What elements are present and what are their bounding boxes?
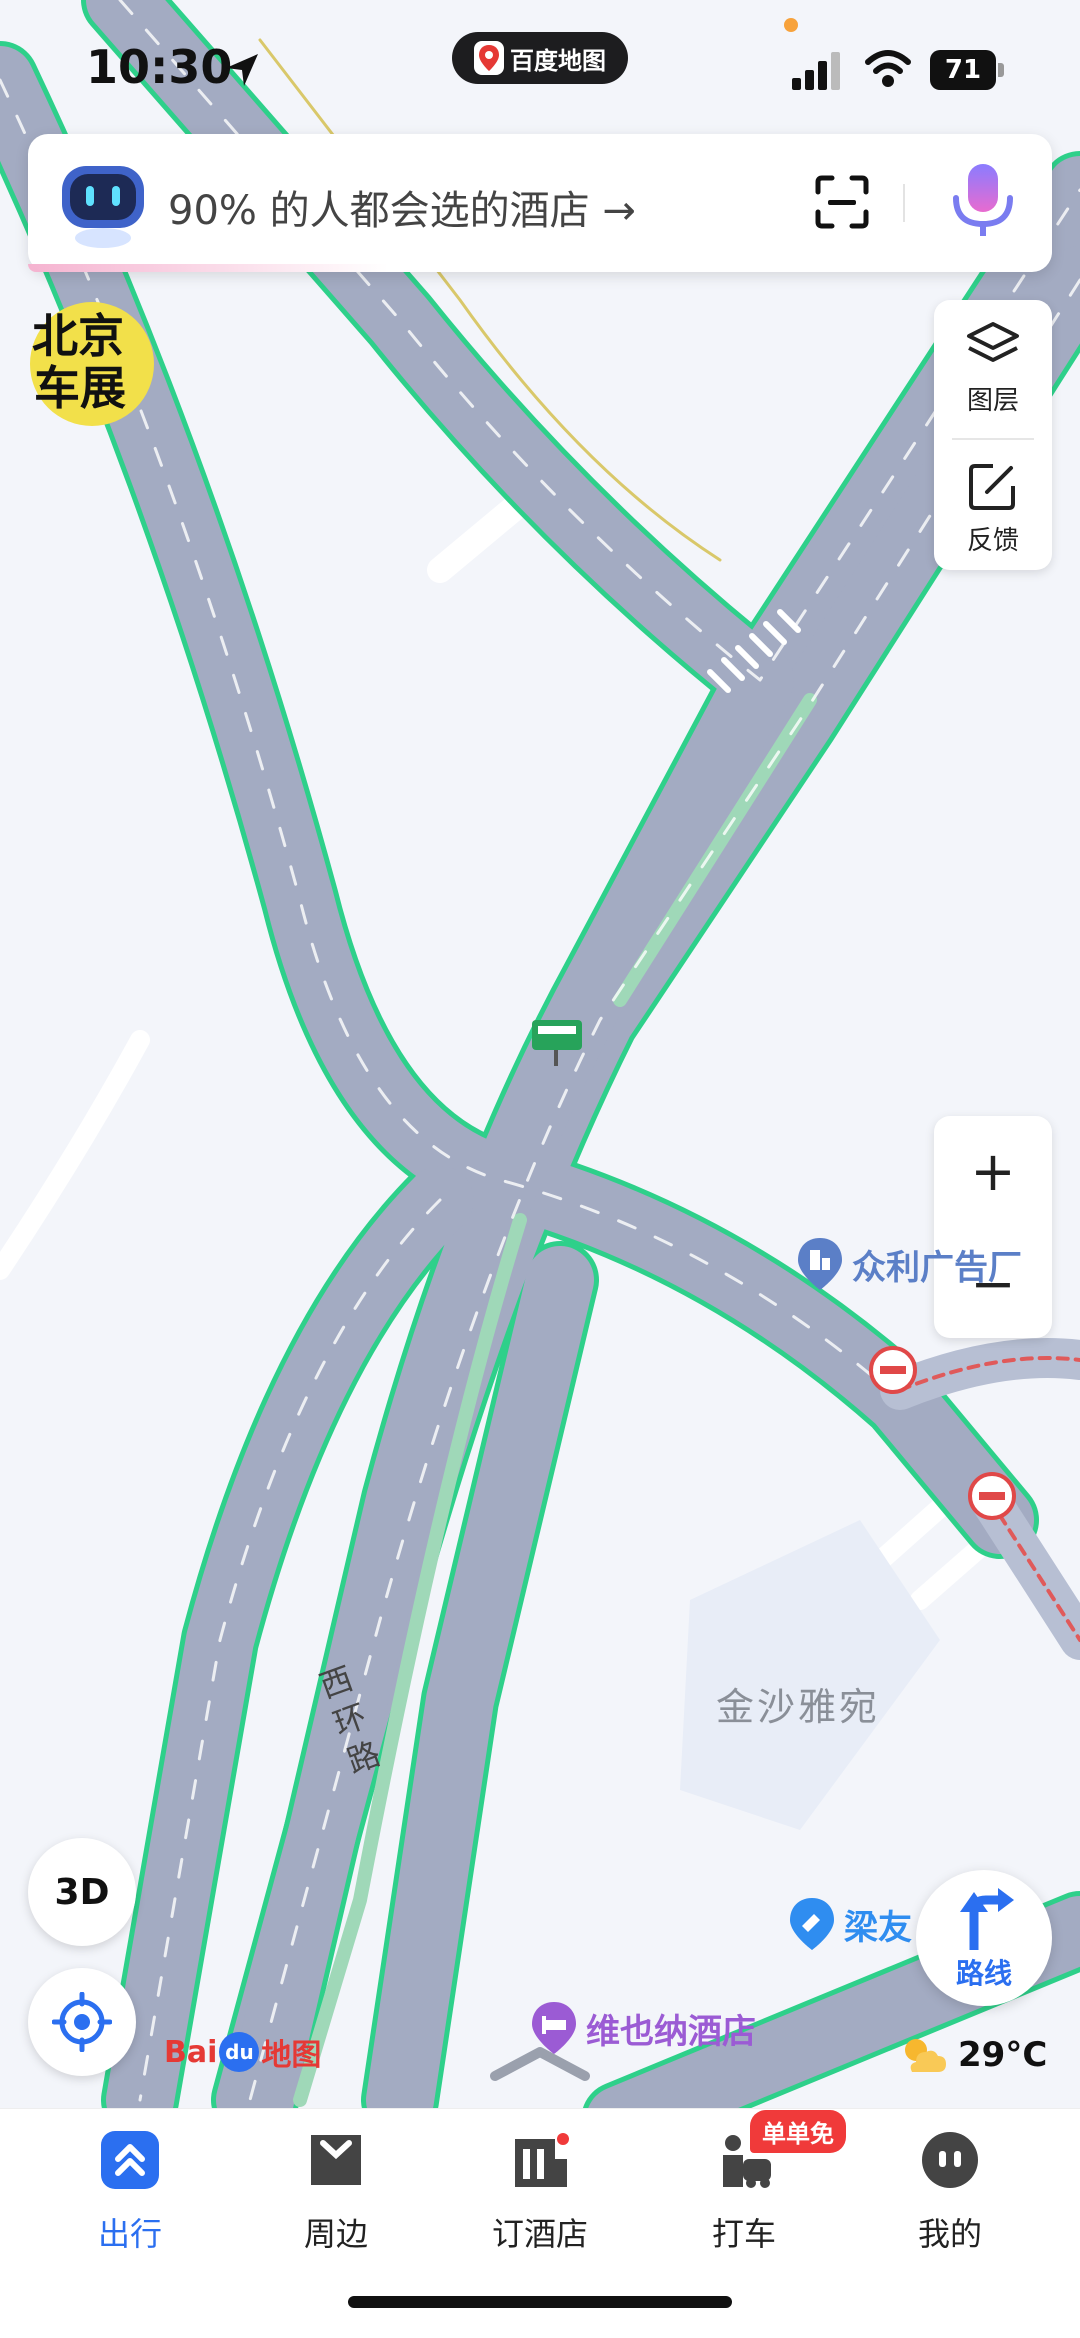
poi-hotel[interactable]: 维也纳酒店 <box>530 2000 756 2056</box>
weather-widget[interactable]: 29°C <box>898 2034 1047 2076</box>
travel-icon <box>101 2131 159 2189</box>
locate-button[interactable] <box>28 1968 136 2076</box>
logo-bai: Bai <box>164 2034 218 2070</box>
logo-paw-du: du <box>219 2032 260 2072</box>
nearby-icon <box>311 2135 361 2185</box>
microphone-icon[interactable] <box>948 162 1018 242</box>
tab-profile[interactable]: 我的 <box>850 2129 1050 2255</box>
weather-temp: 29°C <box>958 2035 1048 2075</box>
feedback-label: 反馈 <box>966 526 1019 556</box>
tab-travel[interactable]: 出行 <box>30 2129 230 2255</box>
privacy-dot <box>784 18 798 32</box>
tab-nearby[interactable]: 周边 <box>236 2129 436 2255</box>
poi-hotel-label: 维也纳酒店 <box>586 2011 756 2052</box>
map-tools-panel: 图层 反馈 <box>934 300 1052 570</box>
road-closed-icon <box>968 1472 1016 1520</box>
tab-travel-label: 出行 <box>97 2215 162 2253</box>
logo-ditu: 地图 <box>261 2038 322 2073</box>
battery-tip <box>998 63 1004 77</box>
baidu-map-icon <box>474 41 504 75</box>
layers-label: 图层 <box>966 386 1019 416</box>
layers-icon <box>967 322 1019 362</box>
tab-nearby-label: 周边 <box>303 2215 368 2253</box>
route-label: 路线 <box>955 1957 1012 1990</box>
area-label: 金沙雅宛 <box>716 1685 881 1729</box>
promo-line-2: 车展 <box>34 361 126 415</box>
poi-factory-label: 众利广告厂 <box>852 1247 1022 1288</box>
tab-taxi-label: 打车 <box>711 2215 776 2253</box>
road-closed-icon <box>869 1346 917 1394</box>
battery-level: 71 <box>930 50 996 90</box>
search-glow <box>28 264 388 272</box>
promo-line-1: 北京 <box>32 309 124 363</box>
route-button[interactable]: 路线 <box>916 1870 1052 2006</box>
poi-liangyou-label: 梁友 <box>844 1907 912 1948</box>
zoom-controls: + − <box>934 1116 1052 1338</box>
status-bar: 10:30 百度地图 71 <box>0 0 1080 130</box>
app-indicator-pill[interactable]: 百度地图 <box>452 32 628 84</box>
status-time: 10:30 <box>86 40 233 94</box>
search-input[interactable]: 90% 的人都会选的酒店 → <box>168 178 636 236</box>
building-pin-icon <box>798 1238 842 1290</box>
hotel-pin-icon <box>532 2002 576 2054</box>
baidu-logo: Bai du 地图 <box>164 2030 321 2074</box>
scan-icon[interactable] <box>814 174 870 230</box>
home-indicator[interactable] <box>348 2296 732 2308</box>
taxi-promo-badge: 单单免 <box>750 2110 846 2153</box>
feedback-button[interactable]: 反馈 <box>934 440 1052 570</box>
locate-icon <box>52 1992 112 2052</box>
3d-toggle-button[interactable]: 3D <box>28 1838 136 1946</box>
feedback-icon <box>969 464 1015 510</box>
battery-indicator: 71 <box>930 50 1004 90</box>
tab-hotel[interactable]: 订酒店 <box>440 2129 640 2255</box>
poi-factory[interactable]: 众利广告厂 <box>796 1236 1022 1292</box>
tab-profile-label: 我的 <box>917 2215 982 2253</box>
wifi-icon <box>865 50 911 87</box>
route-icon <box>960 1888 1014 1950</box>
search-bar[interactable]: 90% 的人都会选的酒店 → <box>28 134 1052 272</box>
layers-button[interactable]: 图层 <box>934 300 1052 430</box>
poi-liangyou[interactable]: 梁友 <box>788 1896 912 1952</box>
app-pill-label: 百度地图 <box>510 46 606 75</box>
partly-sunny-icon <box>905 2039 946 2072</box>
cellular-signal-icon <box>792 52 840 90</box>
profile-icon <box>922 2132 978 2188</box>
zoom-in-button[interactable]: + <box>934 1116 1052 1226</box>
ai-assistant-icon[interactable] <box>58 160 148 250</box>
location-arrow-icon <box>226 54 258 86</box>
search-divider <box>903 184 905 222</box>
hotel-icon <box>515 2133 569 2187</box>
auto-show-promo[interactable]: 北京 车展 <box>20 294 160 434</box>
service-pin-icon <box>790 1898 834 1950</box>
tab-hotel-label: 订酒店 <box>491 2215 588 2253</box>
